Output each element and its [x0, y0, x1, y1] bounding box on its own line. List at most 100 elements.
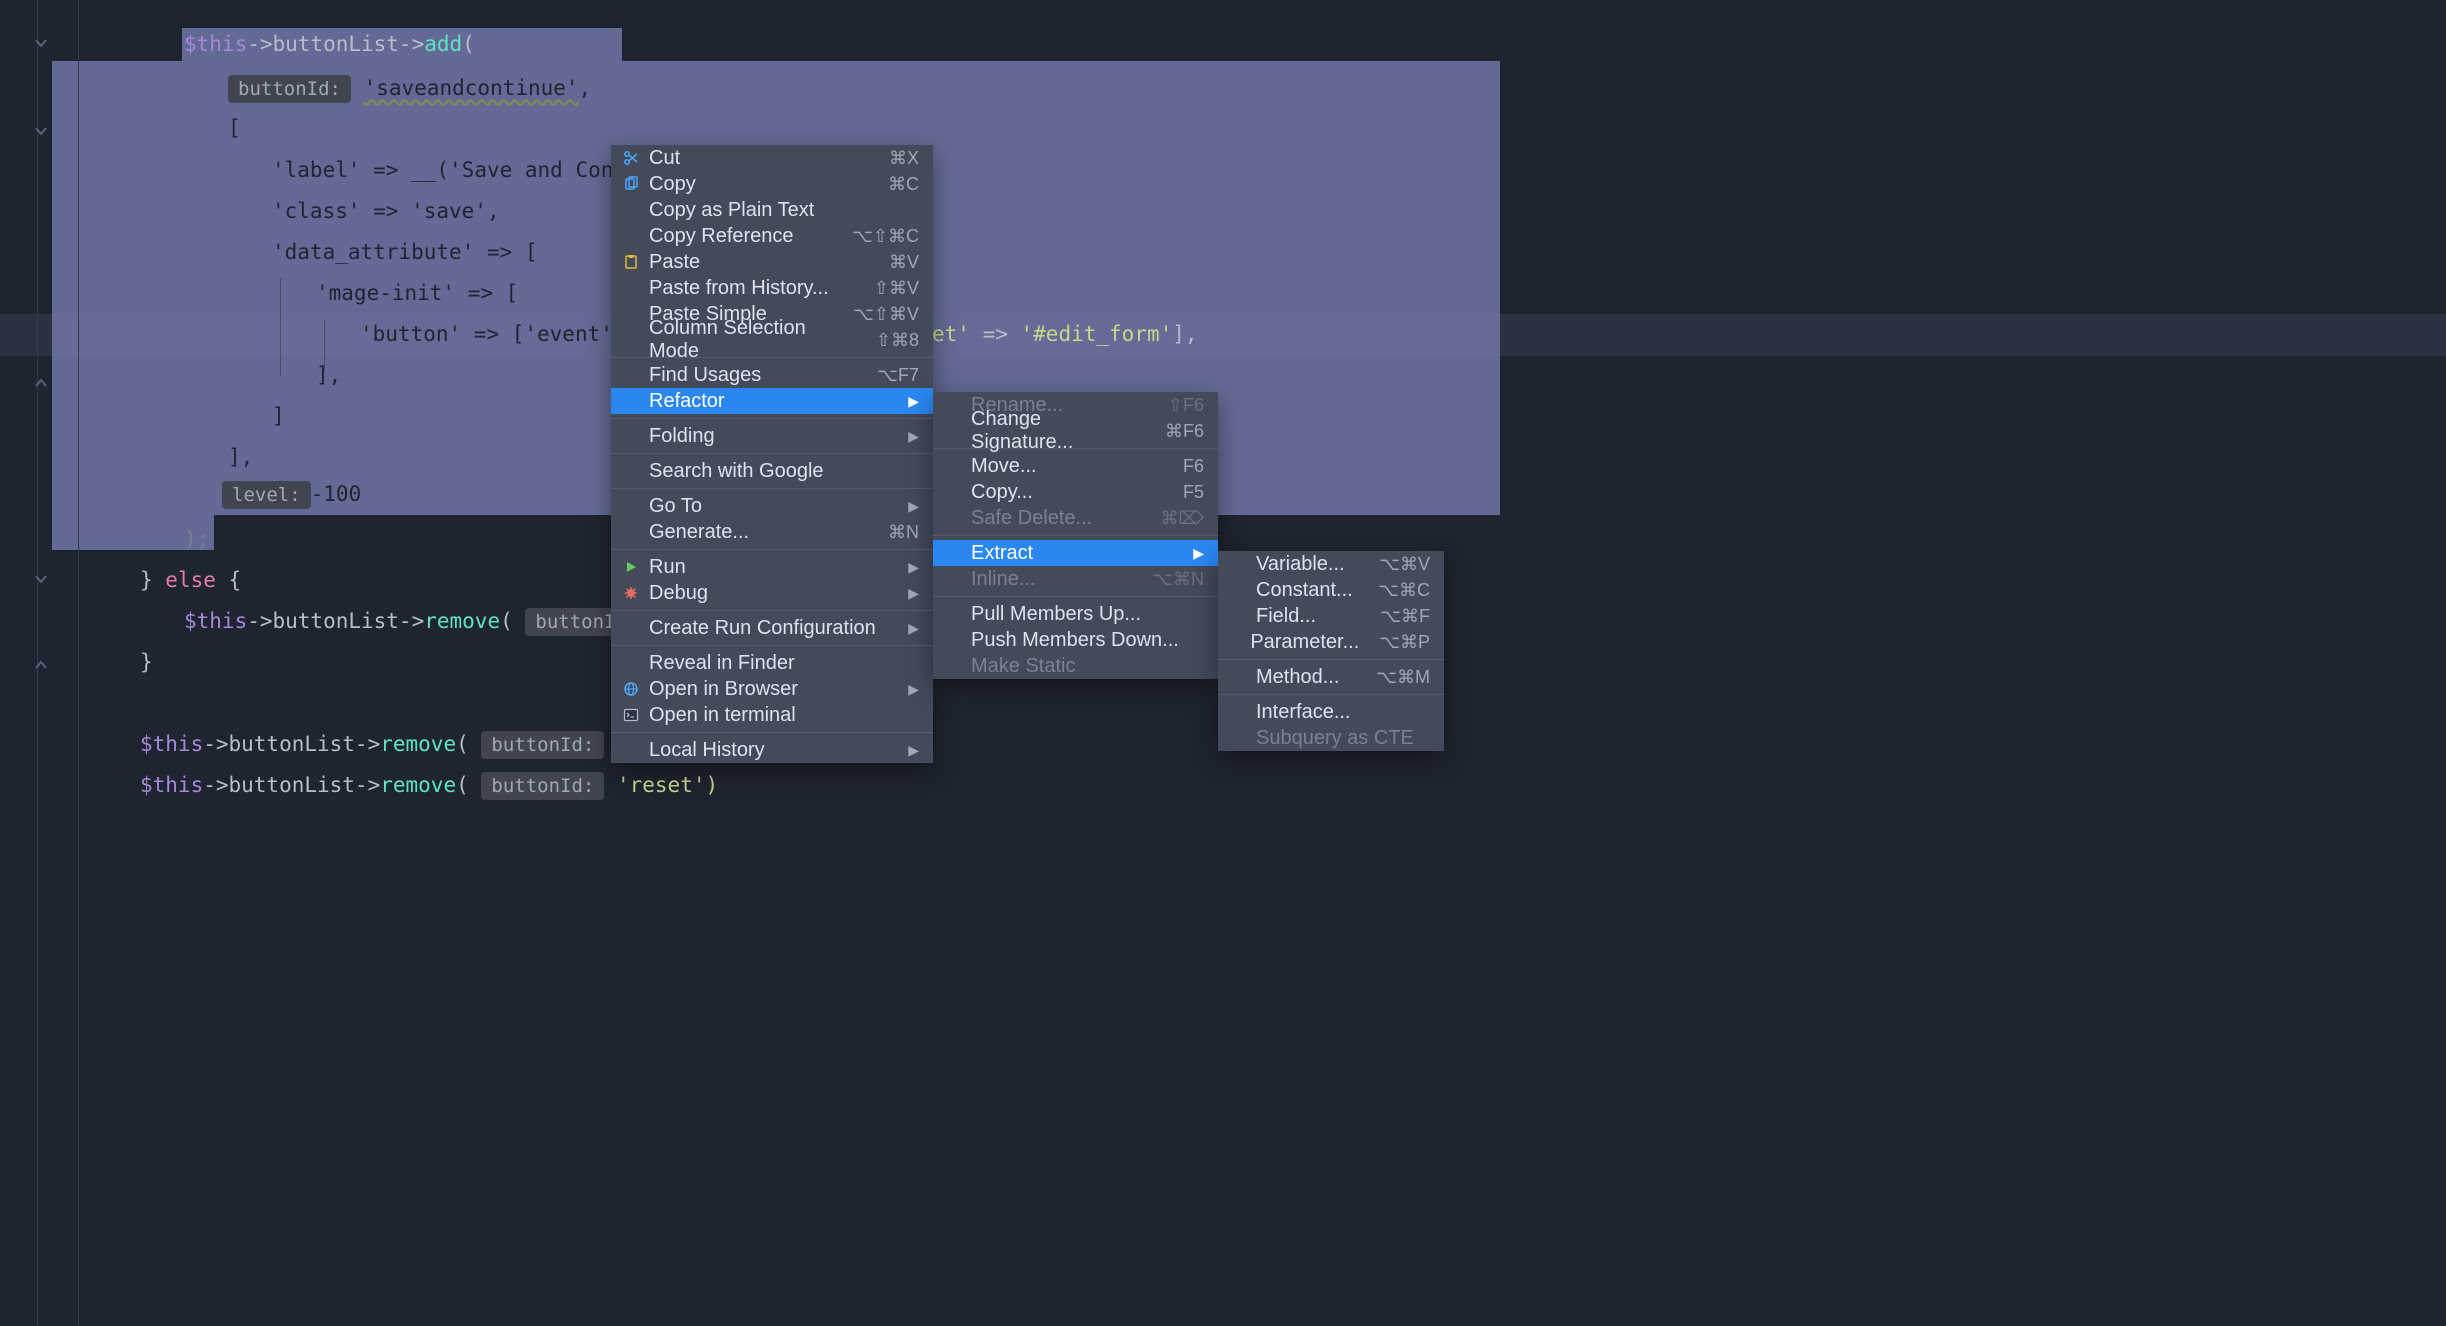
fold-marker-icon[interactable]	[34, 120, 48, 134]
code-line[interactable]: $this->buttonList->add(	[184, 34, 475, 55]
menu-item-search-with-google[interactable]: Search with Google	[611, 458, 933, 484]
menu-shortcut: ⌘X	[889, 148, 919, 169]
code-line[interactable]: ],	[228, 447, 253, 468]
fold-marker-icon[interactable]	[34, 32, 48, 46]
menu-item-variable[interactable]: Variable...⌥⌘V	[1218, 551, 1444, 577]
fold-marker-icon[interactable]	[34, 568, 48, 582]
menu-item-generate[interactable]: Generate...⌘N	[611, 519, 933, 545]
menu-item-label: Find Usages	[649, 364, 857, 387]
menu-item-open-in-terminal[interactable]: Open in terminal	[611, 702, 933, 728]
blank-icon	[1228, 702, 1248, 722]
blank-icon	[1228, 580, 1248, 600]
menu-item-move[interactable]: Move...F6	[933, 453, 1218, 479]
code-token: ,	[487, 199, 500, 223]
blank-icon	[943, 421, 963, 441]
scissors-icon	[621, 148, 641, 168]
copy-icon	[621, 174, 641, 194]
menu-item-folding[interactable]: Folding▶	[611, 423, 933, 449]
extract-submenu: Variable...⌥⌘VConstant...⌥⌘CField...⌥⌘FP…	[1218, 551, 1444, 751]
menu-item-go-to[interactable]: Go To▶	[611, 493, 933, 519]
menu-item-pull-members-up[interactable]: Pull Members Up...	[933, 601, 1218, 627]
code-line[interactable]: 'mage-init' => [	[316, 283, 518, 304]
menu-item-paste[interactable]: Paste⌘V	[611, 249, 933, 275]
menu-item-field[interactable]: Field...⌥⌘F	[1218, 603, 1444, 629]
code-token: (	[456, 773, 481, 797]
menu-item-local-history[interactable]: Local History▶	[611, 737, 933, 763]
menu-item-column-selection-mode[interactable]: Column Selection Mode⇧⌘8	[611, 327, 933, 353]
code-line[interactable]: $this->buttonList->remove( buttonId: 're…	[140, 775, 718, 796]
menu-item-push-members-down[interactable]: Push Members Down...	[933, 627, 1218, 653]
menu-shortcut: ⌘F6	[1165, 421, 1204, 442]
code-line[interactable]: ]	[272, 406, 285, 427]
blank-icon	[621, 522, 641, 542]
debug-icon	[621, 583, 641, 603]
code-line[interactable]: }	[140, 652, 153, 673]
menu-shortcut: ⌘N	[888, 522, 919, 543]
code-line[interactable]: );	[184, 529, 209, 550]
code-line[interactable]: level:-100	[222, 484, 361, 505]
code-line[interactable]: } else {	[140, 570, 241, 591]
menu-item-copy[interactable]: Copy⌘C	[611, 171, 933, 197]
menu-item-label: Inline...	[971, 568, 1132, 591]
menu-item-label: Search with Google	[649, 460, 919, 483]
blank-icon	[943, 569, 963, 589]
menu-shortcut: ⌘C	[888, 174, 919, 195]
menu-item-paste-from-history[interactable]: Paste from History...⇧⌘V	[611, 275, 933, 301]
menu-item-label: Open in Browser	[649, 678, 900, 701]
menu-item-constant[interactable]: Constant...⌥⌘C	[1218, 577, 1444, 603]
menu-item-run[interactable]: Run ▶	[611, 554, 933, 580]
menu-item-label: Paste from History...	[649, 277, 854, 300]
code-line[interactable]: ],	[316, 365, 341, 386]
menu-item-create-run-configuration[interactable]: Create Run Configuration▶	[611, 615, 933, 641]
code-line[interactable]: buttonId: 'saveandcontinue',	[228, 78, 591, 99]
menu-shortcut: ⌥F7	[877, 365, 919, 386]
menu-item-change-signature[interactable]: Change Signature...⌘F6	[933, 418, 1218, 444]
menu-item-method[interactable]: Method...⌥⌘M	[1218, 664, 1444, 690]
menu-item-find-usages[interactable]: Find Usages ⌥F7	[611, 362, 933, 388]
code-token: 'event'	[524, 322, 613, 346]
code-token: 'class'	[272, 199, 361, 223]
code-line[interactable]: [	[228, 118, 241, 139]
menu-item-label: Column Selection Mode	[649, 317, 856, 363]
menu-item-copy[interactable]: Copy...F5	[933, 479, 1218, 505]
code-line[interactable]: et' => '#edit_form'],	[932, 324, 1198, 345]
menu-item-parameter[interactable]: Parameter...⌥⌘P	[1218, 629, 1444, 655]
menu-shortcut: ⇧F6	[1168, 395, 1204, 416]
paste-icon	[621, 252, 641, 272]
menu-item-refactor[interactable]: Refactor▶	[611, 388, 933, 414]
fold-marker-icon[interactable]	[34, 652, 48, 666]
code-line[interactable]: 'button' => ['event' =	[360, 324, 638, 345]
code-line[interactable]: 'label' => __('Save and Contin	[272, 160, 651, 181]
menu-item-extract[interactable]: Extract▶	[933, 540, 1218, 566]
menu-item-label: Constant...	[1256, 579, 1358, 602]
menu-shortcut: F6	[1183, 456, 1204, 477]
menu-separator	[611, 645, 933, 646]
blank-icon	[621, 365, 641, 385]
menu-shortcut: ⌥⌘N	[1152, 569, 1204, 590]
context-menu: Cut⌘XCopy⌘CCopy as Plain TextCopy Refere…	[611, 145, 933, 763]
code-token: {	[216, 568, 241, 592]
menu-item-label: Run	[649, 556, 900, 579]
submenu-arrow-icon: ▶	[908, 393, 919, 410]
blank-icon	[621, 653, 641, 673]
terminal-icon	[621, 705, 641, 725]
blank-icon	[943, 456, 963, 476]
menu-item-interface[interactable]: Interface...	[1218, 699, 1444, 725]
menu-item-reveal-in-finder[interactable]: Reveal in Finder	[611, 650, 933, 676]
code-token: ->buttonList->	[203, 773, 380, 797]
blank-icon	[621, 304, 641, 324]
code-line[interactable]: 'class' => 'save',	[272, 201, 500, 222]
blank-icon	[621, 278, 641, 298]
code-token: ->buttonList->	[203, 732, 380, 756]
code-line[interactable]: 'data_attribute' => [	[272, 242, 538, 263]
menu-item-debug[interactable]: Debug▶	[611, 580, 933, 606]
code-token: ,	[579, 76, 592, 100]
menu-item-copy-as-plain-text[interactable]: Copy as Plain Text	[611, 197, 933, 223]
submenu-arrow-icon: ▶	[908, 585, 919, 602]
menu-item-cut[interactable]: Cut⌘X	[611, 145, 933, 171]
fold-marker-icon[interactable]	[34, 370, 48, 384]
menu-item-copy-reference[interactable]: Copy Reference⌥⇧⌘C	[611, 223, 933, 249]
menu-item-open-in-browser[interactable]: Open in Browser▶	[611, 676, 933, 702]
submenu-arrow-icon: ▶	[908, 559, 919, 576]
code-token: => [	[474, 240, 537, 264]
